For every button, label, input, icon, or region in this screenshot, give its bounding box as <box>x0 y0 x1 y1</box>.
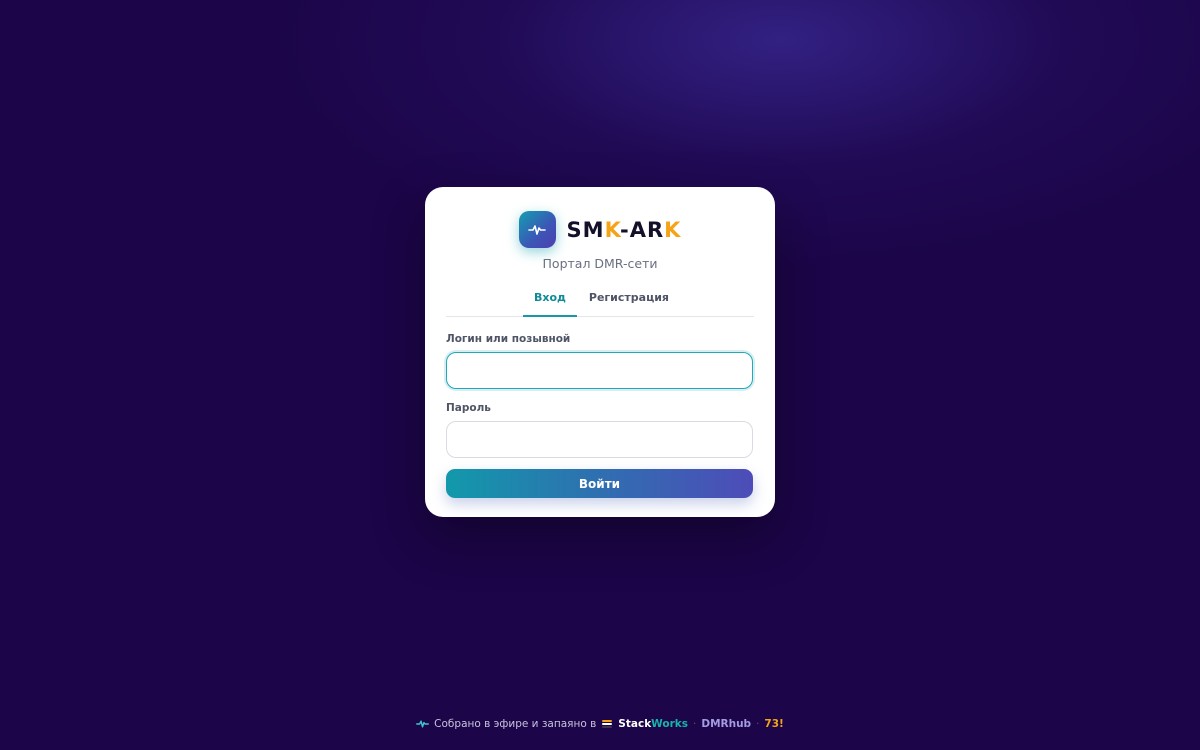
brand-header: SMK-ARK <box>446 211 754 248</box>
logo-tile <box>518 211 556 248</box>
footer: Собрано в эфире и запаяно в StackWorks ·… <box>0 718 1200 730</box>
login-submit-button[interactable]: Войти <box>446 469 753 498</box>
footer-separator: · <box>693 718 697 730</box>
pulse-icon <box>416 720 430 728</box>
auth-tabs: Вход Регистрация <box>446 287 754 317</box>
portal-subtitle: Портал DMR-сети <box>542 256 658 271</box>
password-label: Пароль <box>446 402 491 414</box>
stackworks-link[interactable]: StackWorks <box>618 718 688 730</box>
footer-separator: · <box>756 718 760 730</box>
login-card: SMK-ARK Портал DMR-сети Вход Регистрация… <box>425 187 775 517</box>
tab-register[interactable]: Регистрация <box>581 287 677 317</box>
stack-logo-icon <box>601 719 613 729</box>
dmrhub-link[interactable]: DMRhub <box>701 718 751 730</box>
footer-text: Собрано в эфире и запаяно в <box>434 718 597 730</box>
pulse-icon <box>528 224 546 235</box>
login-input[interactable] <box>446 352 753 389</box>
footer-73: 73! <box>764 718 784 730</box>
brand-name: SMK-ARK <box>566 217 682 242</box>
login-label: Логин или позывной <box>446 333 571 345</box>
password-input[interactable] <box>446 421 753 458</box>
tab-login[interactable]: Вход <box>522 287 577 317</box>
